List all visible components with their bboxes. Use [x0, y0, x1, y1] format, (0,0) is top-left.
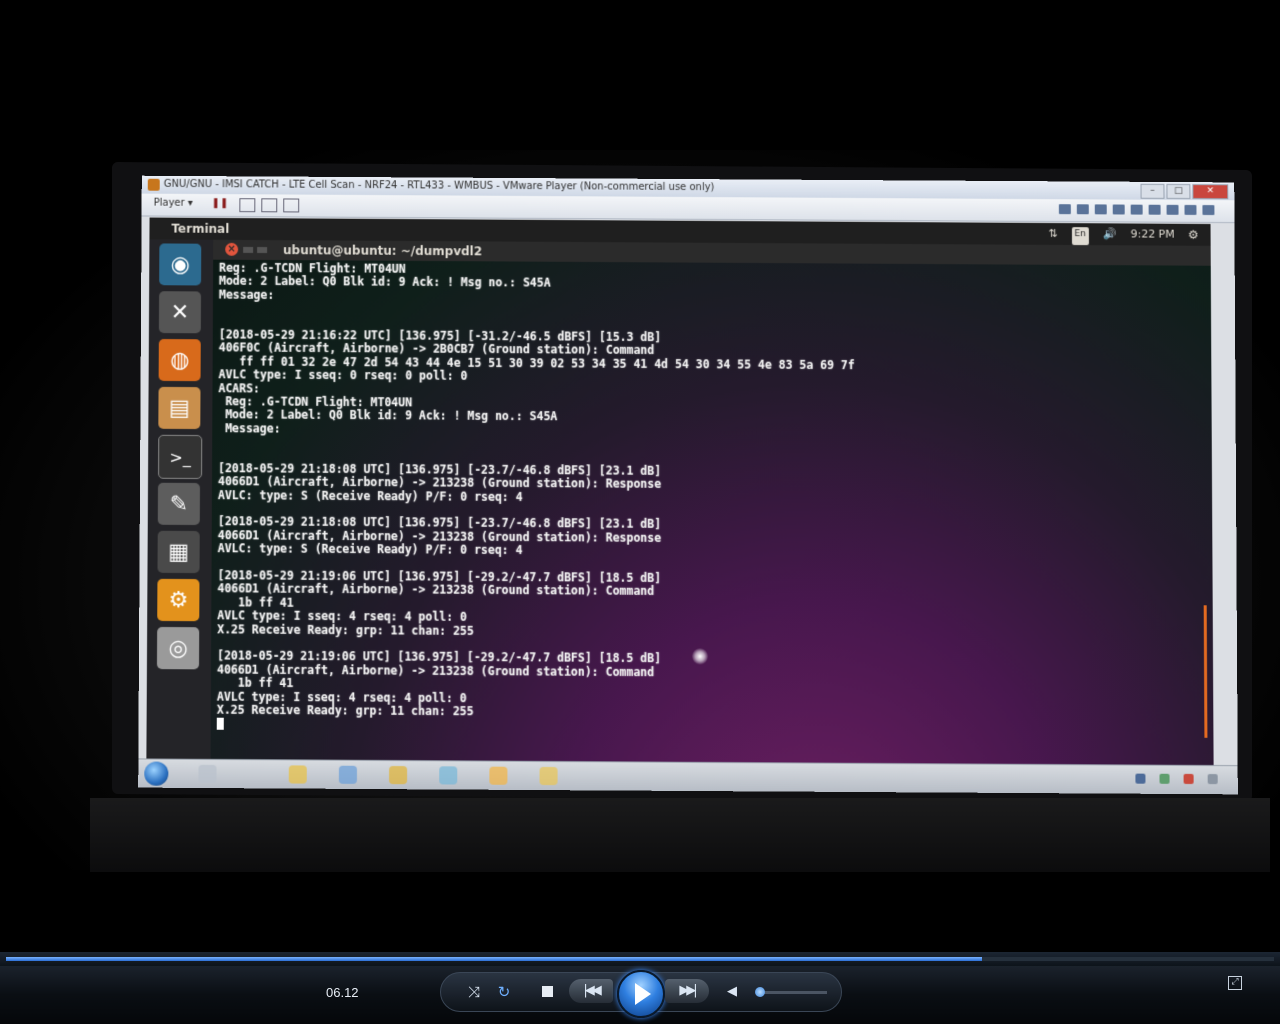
taskbar-app-icon[interactable] [338, 765, 357, 784]
firefox-icon[interactable]: ◍ [158, 339, 201, 382]
clock[interactable]: 9:22 PM [1130, 223, 1174, 245]
taskbar-app-icon[interactable] [288, 765, 307, 784]
terminal-cursor [216, 717, 224, 730]
keyboard-layout[interactable]: En [1071, 227, 1089, 246]
ubuntu-guest-desktop: Terminal ⇅ En 🔊 9:22 PM ⚙ ◉ ✕ ◍ ▤ >_ ✎ ▦… [146, 217, 1214, 767]
indicator-area: ⇅ En 🔊 9:22 PM [1048, 223, 1175, 246]
gear-icon[interactable]: ⚙ [1188, 224, 1199, 246]
close-icon[interactable]: × [225, 242, 239, 256]
window-controls: – □ ✕ [1140, 183, 1229, 200]
send-ctrl-alt-del-icon[interactable] [239, 198, 256, 213]
next-button[interactable]: ▶▶| [665, 979, 709, 1003]
active-app-name: Terminal [171, 221, 230, 236]
taskbar-app-icon[interactable] [539, 766, 558, 786]
volume-slider[interactable] [754, 987, 827, 997]
start-button[interactable] [144, 761, 169, 786]
device-icon[interactable] [1058, 204, 1071, 215]
window-buttons[interactable] [243, 246, 274, 254]
device-icon[interactable] [1094, 204, 1107, 215]
network-icon[interactable]: ⇅ [1048, 223, 1057, 245]
calculator-icon[interactable]: ▦ [157, 530, 200, 574]
tray-icon[interactable] [1135, 773, 1146, 784]
vmware-app-icon [147, 178, 160, 191]
seek-bar[interactable] [0, 952, 1280, 966]
settings-icon[interactable]: ✕ [158, 291, 202, 334]
device-icon[interactable] [1130, 204, 1143, 215]
screen-glare [692, 648, 709, 665]
media-controls: 06.12 ⤨ ↻ |◀◀ ▶▶| ◀ ⤢ [0, 966, 1280, 1024]
previous-button[interactable]: |◀◀ [569, 979, 613, 1003]
system-tray [1135, 773, 1218, 785]
play-button[interactable] [617, 970, 665, 1018]
disc-icon[interactable]: ◎ [156, 626, 200, 670]
player-menu[interactable]: Player ▾ [154, 198, 193, 209]
text-editor-icon[interactable]: ✎ [157, 482, 201, 526]
fullscreen-icon[interactable] [261, 198, 278, 213]
vmware-window-title: GNU/GNU - IMSI CATCH - LTE Cell Scan - N… [163, 178, 715, 194]
elapsed-time: 06.12 [326, 985, 359, 1000]
terminal-title: ubuntu@ubuntu: ~/dumpvdl2 [283, 243, 483, 259]
taskbar-app-icon[interactable] [439, 766, 458, 785]
tray-icon[interactable] [1183, 773, 1194, 785]
tray-icon[interactable] [1159, 773, 1170, 784]
unity-icon[interactable] [283, 198, 300, 213]
removable-devices [1058, 204, 1215, 216]
seek-progress [6, 957, 983, 961]
terminal-output[interactable]: Reg: .G-TCDN Flight: MT04UN Mode: 2 Label… [216, 261, 1208, 766]
mute-button[interactable]: ◀ [723, 981, 741, 1003]
video-frame: GNU/GNU - IMSI CATCH - LTE Cell Scan - N… [0, 0, 1280, 952]
switch-to-library-button[interactable]: ⤢ [1228, 976, 1242, 990]
dash-icon[interactable]: ◉ [159, 243, 202, 286]
laptop-screen: GNU/GNU - IMSI CATCH - LTE Cell Scan - N… [138, 175, 1238, 795]
device-icon[interactable] [1202, 205, 1215, 216]
device-icon[interactable] [1112, 204, 1125, 215]
maximize-button[interactable]: □ [1166, 183, 1191, 200]
device-icon[interactable] [1184, 204, 1197, 215]
stop-icon [541, 986, 553, 997]
gears-icon[interactable]: ⚙ [157, 578, 200, 622]
terminal-window[interactable]: × ubuntu@ubuntu: ~/dumpvdl2 Reg: .G-TCDN… [210, 239, 1214, 767]
device-icon[interactable] [1076, 204, 1089, 215]
terminal-icon[interactable]: >_ [158, 434, 203, 480]
tray-icon[interactable] [1207, 774, 1218, 785]
taskbar-app-icon[interactable] [489, 766, 508, 785]
play-icon [635, 983, 651, 1005]
device-icon[interactable] [1148, 204, 1161, 215]
taskbar-app-icon[interactable] [389, 766, 408, 785]
terminal-scrollbar[interactable] [1203, 605, 1208, 738]
volume-knob[interactable] [754, 987, 765, 997]
pause-vm-icon[interactable]: ❚❚ [211, 198, 228, 210]
ubuntu-launcher: ◉ ✕ ◍ ▤ >_ ✎ ▦ ⚙ ◎ [146, 239, 214, 760]
volume-icon[interactable]: 🔊 [1103, 223, 1117, 245]
stop-button[interactable] [539, 981, 555, 1003]
shuffle-button[interactable]: ⤨ [463, 981, 485, 1003]
device-icon[interactable] [1166, 204, 1179, 215]
taskbar-app-icon[interactable] [198, 764, 217, 784]
repeat-button[interactable]: ↻ [493, 981, 515, 1003]
close-button[interactable]: ✕ [1192, 184, 1229, 200]
files-icon[interactable]: ▤ [158, 386, 201, 430]
minimize-button[interactable]: – [1140, 183, 1165, 199]
seek-track[interactable] [6, 957, 1274, 961]
laptop-base [90, 798, 1270, 872]
transport-controls: ⤨ ↻ |◀◀ ▶▶| ◀ [440, 970, 842, 1018]
